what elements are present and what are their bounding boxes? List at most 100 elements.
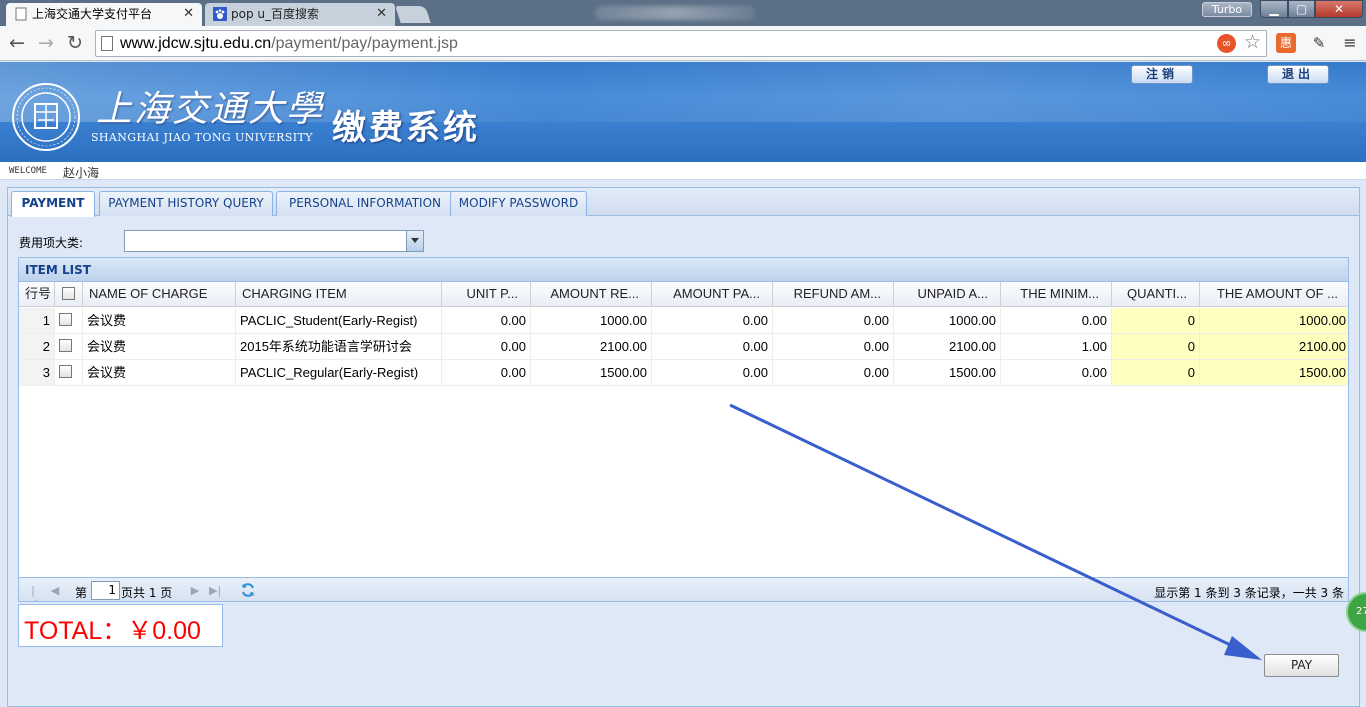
tab-modify-password[interactable]: MODIFY PASSWORD bbox=[450, 191, 587, 216]
page-prefix: 第 bbox=[75, 586, 88, 600]
cell-amount-paid: 0.00 bbox=[652, 308, 773, 333]
cell-quantity[interactable]: 0 bbox=[1112, 308, 1200, 333]
new-tab-button[interactable] bbox=[395, 6, 431, 23]
tab-personal-information[interactable]: PERSONAL INFORMATION bbox=[276, 191, 454, 216]
paging-summary: 显示第 1 条到 3 条记录，一共 3 条 bbox=[1154, 586, 1344, 600]
browser-tab-bar: 上海交通大学支付平台 ✕ pop u_百度搜索 ✕ Turbo ▁ ▢ ✕ bbox=[0, 0, 1366, 26]
logo-english-name: SHANGHAI JIAO TONG UNIVERSITY bbox=[91, 131, 313, 144]
column-header-unit-price[interactable]: UNIT P... bbox=[442, 282, 531, 306]
infinity-icon[interactable]: ∞ bbox=[1217, 34, 1236, 53]
logout-button[interactable]: 注销 bbox=[1131, 65, 1193, 84]
turbo-button[interactable]: Turbo bbox=[1202, 2, 1252, 17]
cell-refund-amount: 0.00 bbox=[773, 360, 894, 385]
welcome-label: WELCOME bbox=[9, 166, 47, 176]
page-total-text: 页共 1 页 bbox=[121, 586, 173, 600]
address-bar[interactable]: www.jdcw.sjtu.edu.cn/payment/pay/payment… bbox=[95, 30, 1267, 57]
column-header-row-number[interactable]: 行号 bbox=[19, 282, 55, 306]
row-checkbox[interactable] bbox=[59, 339, 72, 352]
first-page-icon[interactable]: |◀ bbox=[27, 584, 39, 601]
cell-unit-price: 0.00 bbox=[442, 308, 531, 333]
table-row[interactable]: 1 会议费 PACLIC_Student(Early-Regist) 0.00 … bbox=[19, 308, 1348, 334]
previous-page-icon[interactable]: ◀ bbox=[49, 584, 61, 597]
menu-icon[interactable]: ≡ bbox=[1340, 33, 1360, 53]
row-number: 2 bbox=[19, 334, 55, 359]
row-number: 3 bbox=[19, 360, 55, 385]
table-row[interactable]: 2 会议费 2015年系统功能语言学研讨会 0.00 2100.00 0.00 … bbox=[19, 334, 1348, 360]
exit-button[interactable]: 退出 bbox=[1267, 65, 1329, 84]
column-header-minimum[interactable]: THE MINIM... bbox=[1001, 282, 1112, 306]
star-icon[interactable]: ☆ bbox=[1244, 31, 1261, 53]
cell-unit-price: 0.00 bbox=[442, 360, 531, 385]
row-checkbox-cell[interactable] bbox=[55, 334, 83, 359]
eyedropper-icon[interactable]: ✎ bbox=[1309, 33, 1329, 53]
row-checkbox[interactable] bbox=[59, 365, 72, 378]
user-name: 赵小海 bbox=[63, 166, 100, 180]
column-header-select-all[interactable] bbox=[55, 282, 83, 306]
row-checkbox-cell[interactable] bbox=[55, 360, 83, 385]
grid-title: ITEM LIST bbox=[19, 258, 1348, 282]
column-header-refund-amount[interactable]: REFUND AM... bbox=[773, 282, 894, 306]
column-header-quantity[interactable]: QUANTI... bbox=[1112, 282, 1200, 306]
close-icon[interactable]: ✕ bbox=[183, 3, 194, 25]
tab-strip: PAYMENT PAYMENT HISTORY QUERY PERSONAL I… bbox=[8, 188, 1359, 217]
total-amount: TOTAL：￥0.00 bbox=[24, 617, 201, 645]
browser-tab-baidu[interactable]: pop u_百度搜索 ✕ bbox=[205, 3, 395, 26]
next-page-icon[interactable]: ▶ bbox=[189, 584, 201, 597]
column-header-amount-receivable[interactable]: AMOUNT RE... bbox=[531, 282, 652, 306]
page-icon bbox=[101, 36, 113, 51]
column-header-charging-item[interactable]: CHARGING ITEM bbox=[236, 282, 442, 306]
row-checkbox[interactable] bbox=[59, 313, 72, 326]
row-number: 1 bbox=[19, 308, 55, 333]
cell-quantity[interactable]: 0 bbox=[1112, 334, 1200, 359]
minimize-icon[interactable]: ▁ bbox=[1260, 0, 1288, 18]
browser-tab-payment[interactable]: 上海交通大学支付平台 ✕ bbox=[6, 3, 202, 26]
cell-minimum: 1.00 bbox=[1001, 334, 1112, 359]
cell-quantity[interactable]: 0 bbox=[1112, 360, 1200, 385]
welcome-bar: WELCOME 赵小海 bbox=[0, 162, 1366, 180]
back-arrow-icon[interactable]: ← bbox=[6, 32, 28, 54]
column-header-amount-paid[interactable]: AMOUNT PA... bbox=[652, 282, 773, 306]
cell-amount-paid: 0.00 bbox=[652, 360, 773, 385]
column-header-unpaid-amount[interactable]: UNPAID A... bbox=[894, 282, 1001, 306]
category-select[interactable] bbox=[124, 230, 424, 252]
cell-refund-amount: 0.00 bbox=[773, 334, 894, 359]
browser-toolbar: ← → ↻ www.jdcw.sjtu.edu.cn/payment/pay/p… bbox=[0, 26, 1366, 61]
pay-button[interactable]: PAY bbox=[1264, 654, 1339, 677]
blurred-profile bbox=[595, 6, 755, 20]
column-header-name[interactable]: NAME OF CHARGE bbox=[83, 282, 236, 306]
row-checkbox-cell[interactable] bbox=[55, 308, 83, 333]
cell-charging-item: 2015年系统功能语言学研讨会 bbox=[236, 334, 442, 359]
item-list-grid: ITEM LIST 行号 NAME OF CHARGE CHARGING ITE… bbox=[18, 257, 1349, 602]
cell-amount-paid: 0.00 bbox=[652, 334, 773, 359]
select-all-checkbox[interactable] bbox=[62, 287, 75, 300]
cell-amount[interactable]: 1000.00 bbox=[1200, 308, 1348, 333]
last-page-icon[interactable]: ▶| bbox=[209, 584, 221, 597]
tab-payment[interactable]: PAYMENT bbox=[11, 191, 95, 217]
table-row[interactable]: 3 会议费 PACLIC_Regular(Early-Regist) 0.00 … bbox=[19, 360, 1348, 386]
refresh-icon[interactable] bbox=[240, 582, 256, 598]
cell-minimum: 0.00 bbox=[1001, 360, 1112, 385]
tab-payment-history[interactable]: PAYMENT HISTORY QUERY bbox=[99, 191, 273, 216]
cell-unpaid-amount: 2100.00 bbox=[894, 334, 1001, 359]
column-header-amount-of[interactable]: THE AMOUNT OF ... bbox=[1200, 282, 1348, 306]
forward-arrow-icon[interactable]: → bbox=[35, 32, 57, 54]
paging-toolbar: |◀ ◀ 第 1 页共 1 页 ▶ ▶| 显示第 1 条到 3 条记录，一共 3… bbox=[19, 577, 1348, 601]
cell-charging-item: PACLIC_Student(Early-Regist) bbox=[236, 308, 442, 333]
cell-amount[interactable]: 2100.00 bbox=[1200, 334, 1348, 359]
cell-amount[interactable]: 1500.00 bbox=[1200, 360, 1348, 385]
cell-amount-receivable: 1500.00 bbox=[531, 360, 652, 385]
cell-amount-receivable: 1000.00 bbox=[531, 308, 652, 333]
cell-unit-price: 0.00 bbox=[442, 334, 531, 359]
cell-charging-item: PACLIC_Regular(Early-Regist) bbox=[236, 360, 442, 385]
chevron-down-icon[interactable] bbox=[406, 231, 423, 251]
window-close-icon[interactable]: ✕ bbox=[1315, 0, 1363, 18]
category-label: 费用项大类: bbox=[19, 236, 84, 250]
maximize-icon[interactable]: ▢ bbox=[1288, 0, 1315, 18]
university-seal-icon bbox=[12, 83, 80, 151]
url-text: www.jdcw.sjtu.edu.cn/payment/pay/payment… bbox=[120, 35, 458, 52]
reload-icon[interactable]: ↻ bbox=[64, 32, 86, 54]
extension-icon[interactable]: 惠 bbox=[1276, 33, 1296, 53]
total-box: TOTAL：￥0.00 bbox=[18, 604, 223, 647]
close-icon[interactable]: ✕ bbox=[376, 3, 387, 25]
page-number-input[interactable]: 1 bbox=[91, 581, 120, 600]
